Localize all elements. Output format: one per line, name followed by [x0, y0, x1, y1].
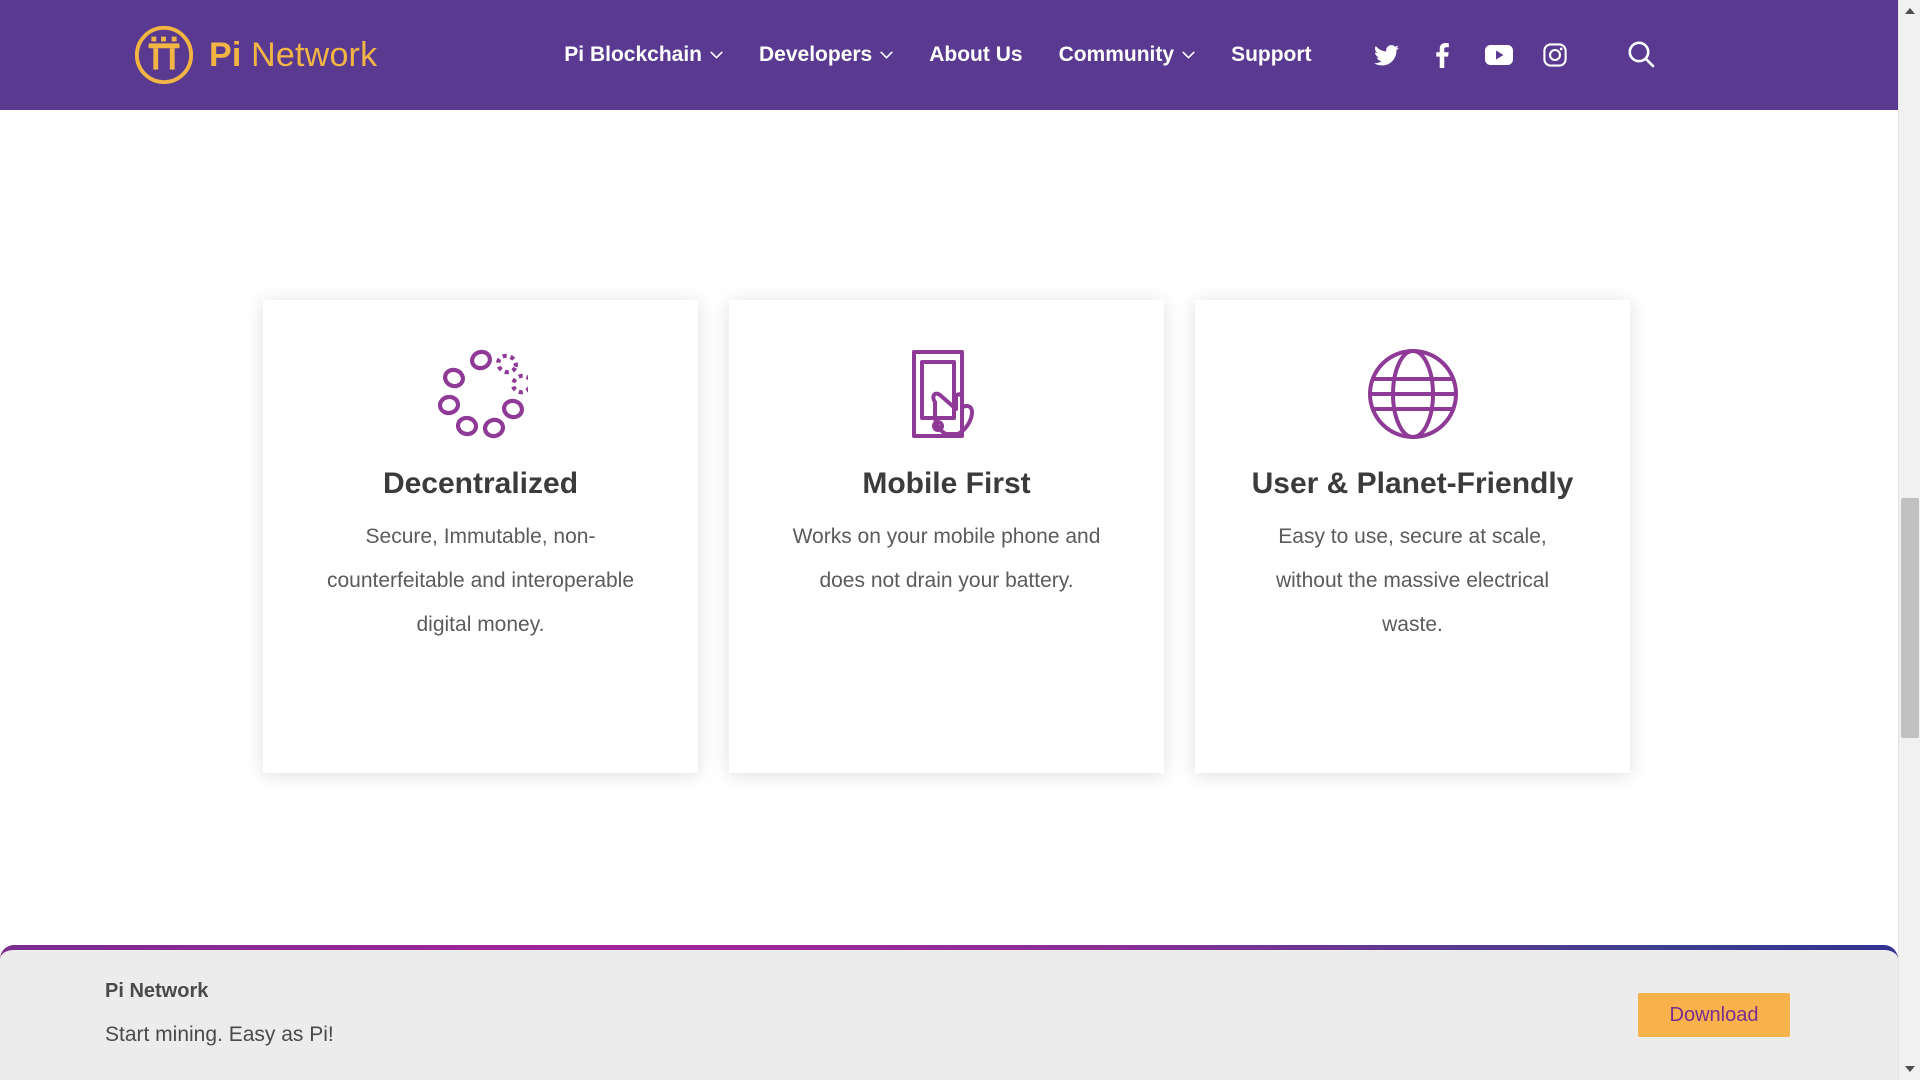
- instagram-link[interactable]: [1542, 42, 1568, 68]
- twitter-icon: [1374, 45, 1399, 66]
- pi-coin-logo-icon: [133, 24, 195, 86]
- banner-text-group: Pi Network Start mining. Easy as Pi!: [105, 980, 334, 1047]
- nav-label: About Us: [929, 43, 1022, 67]
- facebook-link[interactable]: [1430, 42, 1456, 68]
- nav-item-pi-blockchain[interactable]: Pi Blockchain: [562, 37, 725, 73]
- twitter-link[interactable]: [1374, 42, 1400, 68]
- youtube-link[interactable]: [1486, 42, 1512, 68]
- nav-label: Developers: [759, 43, 872, 67]
- main-content: Decentralized Secure, Immutable, non-cou…: [0, 110, 1898, 950]
- chevron-down-icon: [1182, 51, 1195, 59]
- nav-item-community[interactable]: Community: [1057, 37, 1198, 73]
- card-title: Mobile First: [862, 464, 1030, 503]
- globe-icon: [1366, 344, 1460, 444]
- nav-label: Community: [1059, 43, 1175, 67]
- page-scrollbar[interactable]: [1898, 0, 1920, 1080]
- scroll-down-arrow-icon[interactable]: [1899, 1058, 1920, 1080]
- card-title: Decentralized: [383, 464, 578, 503]
- chevron-down-icon: [880, 51, 893, 59]
- banner-subtitle: Start mining. Easy as Pi!: [105, 1023, 334, 1047]
- scroll-up-arrow-icon[interactable]: [1899, 0, 1920, 22]
- brand-name-bold: Pi: [209, 36, 242, 74]
- site-header: Pi Network Pi Blockchain Developers Abou…: [0, 0, 1898, 110]
- feature-card-decentralized[interactable]: Decentralized Secure, Immutable, non-cou…: [263, 300, 698, 773]
- page-root: Pi Network Pi Blockchain Developers Abou…: [0, 0, 1920, 1080]
- nav-label: Pi Blockchain: [564, 43, 702, 67]
- decentralized-nodes-icon: [434, 344, 528, 444]
- scrollbar-thumb[interactable]: [1901, 498, 1919, 738]
- feature-cards: Decentralized Secure, Immutable, non-cou…: [263, 300, 1630, 773]
- brand-logo-link[interactable]: Pi Network: [133, 24, 377, 86]
- instagram-icon: [1543, 43, 1567, 67]
- chevron-down-icon: [710, 51, 723, 59]
- main-nav: Pi Blockchain Developers About Us Commun…: [562, 37, 1313, 73]
- brand-name: Pi Network: [209, 36, 377, 75]
- card-text: Easy to use, secure at scale, without th…: [1253, 515, 1573, 647]
- download-button[interactable]: Download: [1638, 993, 1790, 1037]
- card-text: Works on your mobile phone and does not …: [787, 515, 1107, 603]
- search-icon: [1626, 39, 1656, 72]
- feature-card-user-planet-friendly[interactable]: User & Planet-Friendly Easy to use, secu…: [1195, 300, 1630, 773]
- app-download-banner: Pi Network Start mining. Easy as Pi! Dow…: [0, 945, 1898, 1080]
- nav-item-developers[interactable]: Developers: [757, 37, 895, 73]
- banner-title: Pi Network: [105, 980, 334, 1003]
- search-button[interactable]: [1624, 38, 1658, 72]
- facebook-icon: [1436, 43, 1449, 68]
- card-text: Secure, Immutable, non-counterfeitable a…: [321, 515, 641, 647]
- mobile-tap-icon: [902, 344, 992, 444]
- feature-card-mobile-first[interactable]: Mobile First Works on your mobile phone …: [729, 300, 1164, 773]
- brand-name-light: Network: [242, 36, 378, 74]
- card-title: User & Planet-Friendly: [1252, 464, 1574, 503]
- nav-label: Support: [1231, 43, 1311, 67]
- youtube-icon: [1485, 45, 1513, 65]
- nav-item-support[interactable]: Support: [1229, 37, 1313, 73]
- nav-item-about-us[interactable]: About Us: [927, 37, 1024, 73]
- social-links: [1374, 42, 1568, 68]
